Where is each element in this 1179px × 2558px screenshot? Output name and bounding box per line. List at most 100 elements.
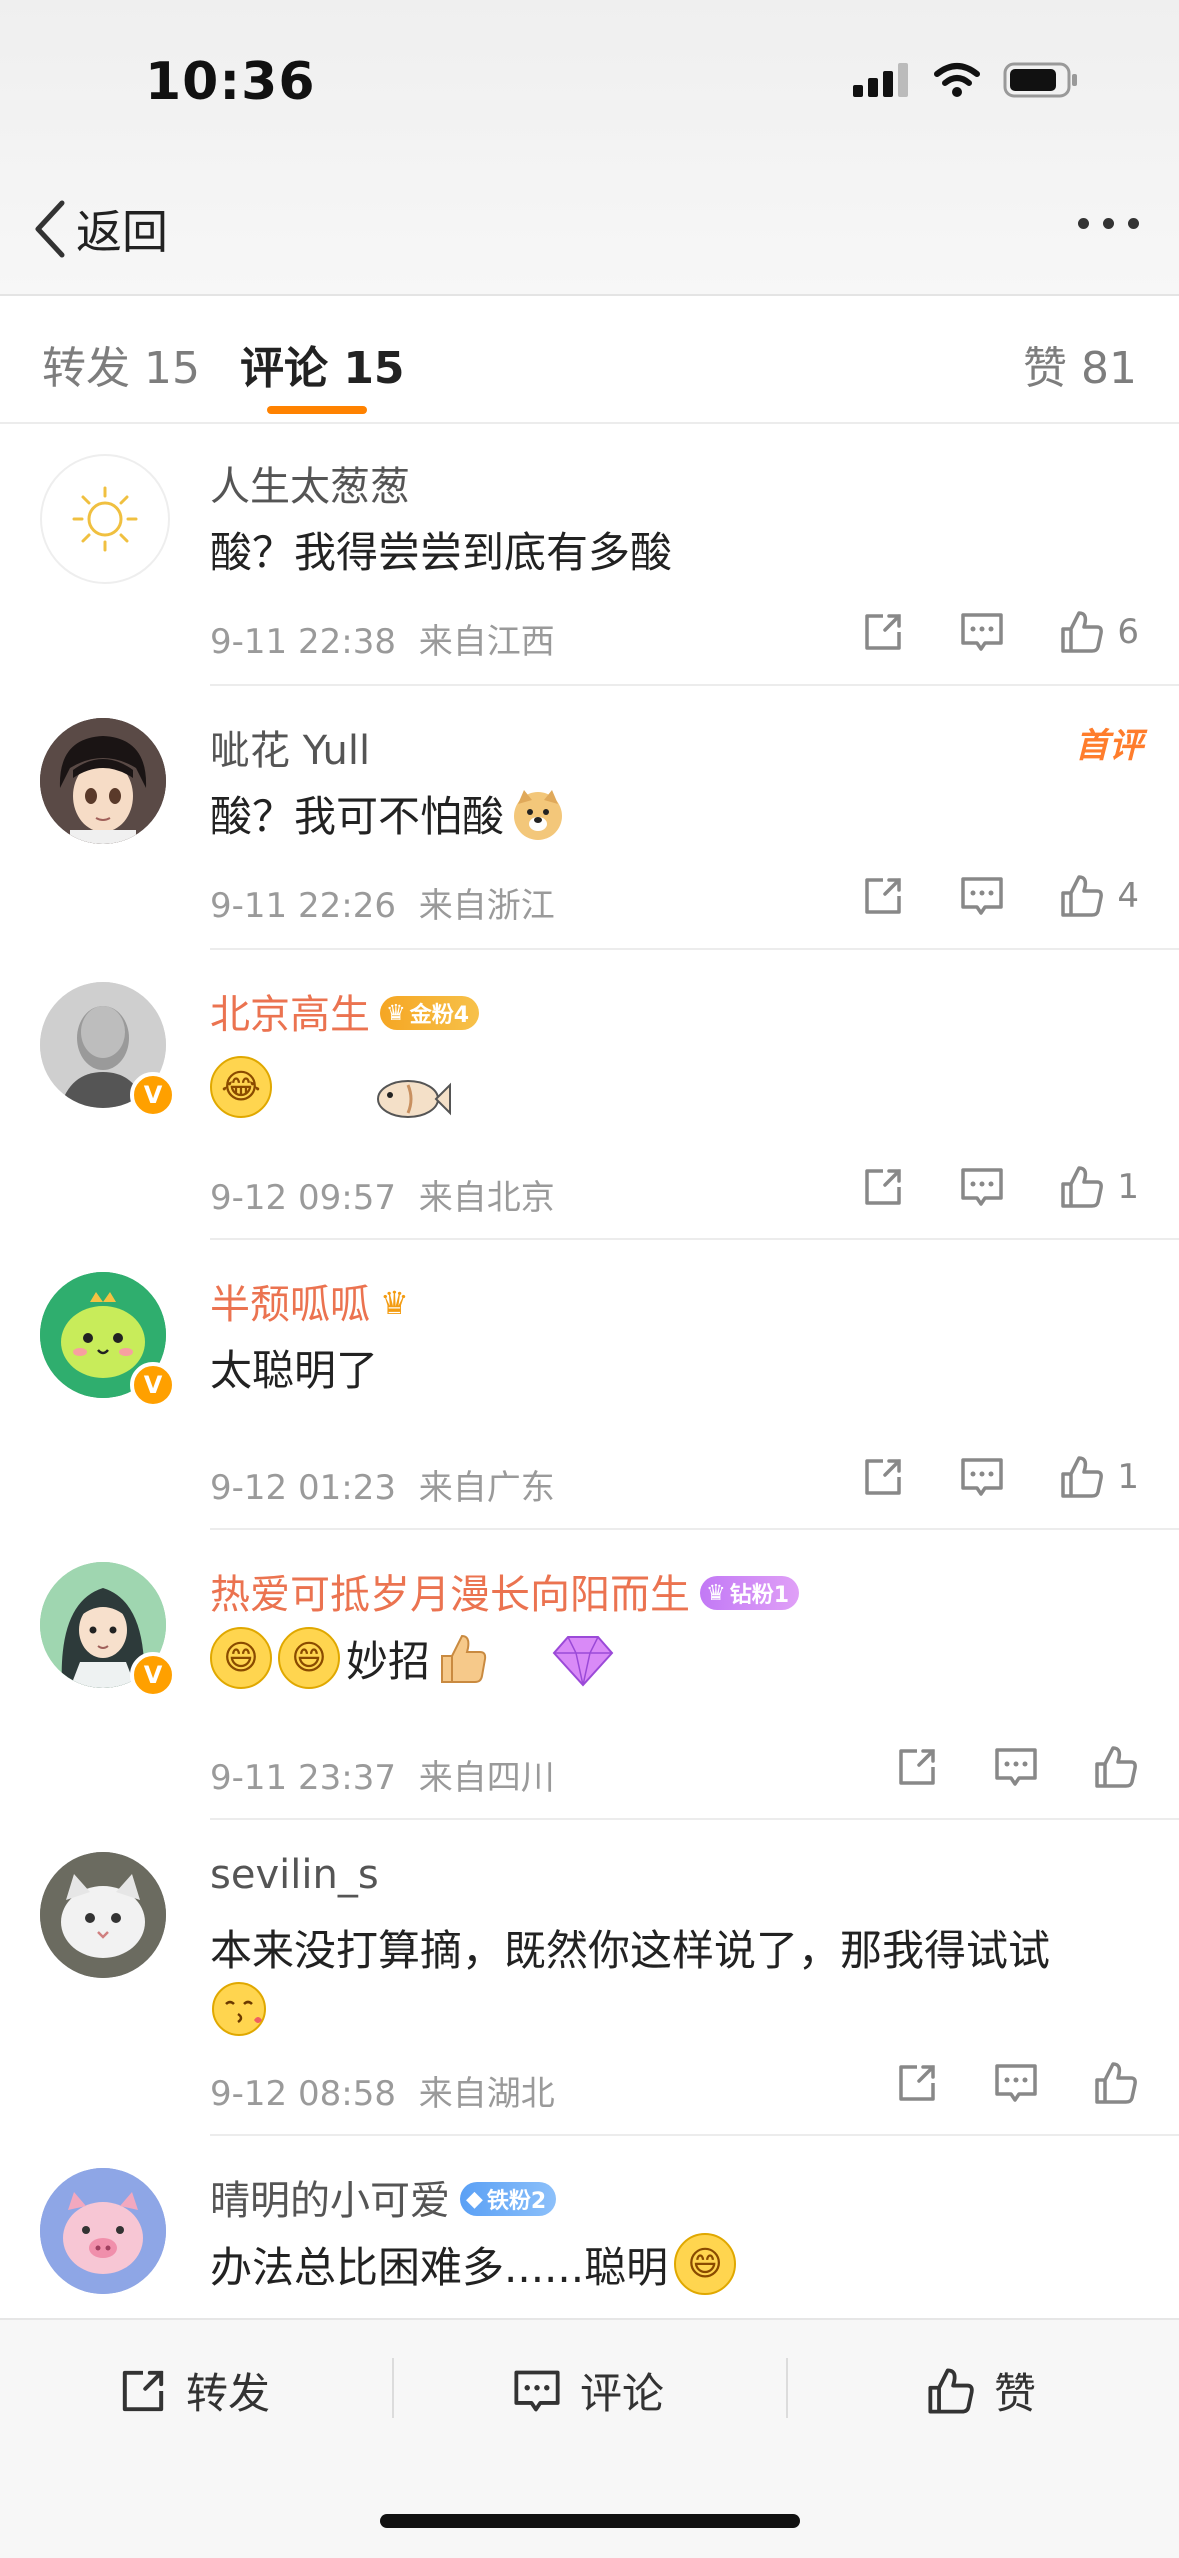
comment-text-content: 酸？我可不怕酸 [210,792,505,841]
thumbs-up-icon [1061,1166,1104,1208]
username[interactable]: 呲花 Yull [210,718,370,776]
divider [210,948,1179,950]
comment-actions: 1 [861,1454,1139,1500]
username[interactable]: 半颓呱呱 [210,1282,370,1328]
share-icon [865,1459,902,1495]
back-button[interactable]: 返回 [32,196,168,262]
crown-icon: ♛ [386,1000,406,1026]
fan-badge: ♛ 钻粉1 [700,1576,800,1610]
comment-meta: 9-11 22:26 来自浙江 [210,878,555,927]
chevron-left-icon [35,200,65,258]
reply-button[interactable] [959,1455,1005,1499]
like-button[interactable]: 1 [1059,1164,1139,1210]
comment-icon [995,1748,1037,1786]
username[interactable]: sevilin_s [210,1852,379,1898]
dot-icon [1103,218,1114,229]
username-row: 热爱可抵岁月漫长向阳而生 ♛ 钻粉1 [210,1562,800,1620]
comment-item: V 热爱可抵岁月漫长向阳而生 ♛ 钻粉1 😄 😄 妙招 9-11 23:37 来自四… [0,1532,1179,1820]
comment-actions [895,1744,1139,1790]
share-icon [865,878,902,914]
username[interactable]: 北京高生 [210,992,370,1038]
separator [392,2358,394,2418]
comment-item: 人生太葱葱 酸？我得尝尝到底有多酸 9-11 22:38 来自江西 6 [0,424,1179,686]
bottom-repost-label: 转发 [186,2369,271,2418]
avatar[interactable] [40,2168,166,2294]
bottom-like-button[interactable]: 赞 [926,2360,1036,2421]
wifi-icon [934,63,980,97]
comment-item: 晴明的小可爱 ◆ 铁粉2 办法总比困难多......聪明 😄 [0,2138,1179,2318]
username[interactable]: 热爱可抵岁月漫长向阳而生 [210,1572,690,1618]
reply-button[interactable] [959,610,1005,654]
avatar[interactable] [40,454,170,584]
comment-text: 办法总比困难多......聪明 😄 [210,2233,737,2295]
comment-text-content: 办法总比困难多......聪明 [210,2242,669,2292]
repost-button[interactable] [861,610,905,654]
bottom-comment-button[interactable]: 评论 [512,2360,664,2421]
share-icon [899,2065,935,2101]
divider [210,684,1179,686]
like-count: 1 [1117,1457,1139,1497]
comment-icon [961,613,1004,651]
comment-location: 来自江西 [418,622,555,662]
thumbs-up-icon [1095,2062,1137,2104]
comment-text: 酸？我得尝尝到底有多酸 [210,528,673,577]
tab-comments[interactable]: 评论 15 [240,332,405,396]
comment-time: 9-12 09:57 [210,1178,396,1218]
reply-button[interactable] [993,1745,1039,1789]
kiss-emoji-icon [212,1982,266,2036]
repost-button[interactable] [895,2061,939,2105]
bottom-repost-button[interactable]: 转发 [118,2360,270,2421]
fan-badge-label: 铁粉2 [486,2189,547,2214]
like-button[interactable]: 6 [1059,609,1139,655]
anime-boy-avatar-icon [40,718,166,844]
verified-badge: V [130,1362,176,1408]
back-label: 返回 [76,205,168,259]
avatar[interactable] [40,1852,166,1978]
username-row: 晴明的小可爱 ◆ 铁粉2 [210,2168,557,2226]
comment-location: 来自四川 [418,1758,555,1798]
comment-meta: 9-11 23:37 来自四川 [210,1750,555,1799]
like-button[interactable] [1093,2060,1139,2106]
like-count: 1 [1117,1167,1139,1207]
username[interactable]: 人生太葱葱 [210,454,410,512]
tab-likes[interactable]: 赞 81 [1023,332,1137,396]
like-button[interactable] [1093,1744,1139,1790]
reply-button[interactable] [959,1165,1005,1209]
like-button[interactable]: 4 [1059,873,1139,919]
comment-text: 酸？我可不怕酸 [210,783,566,844]
thumbs-up-icon [1061,1456,1104,1498]
repost-button[interactable] [861,1165,905,1209]
repost-button[interactable] [861,1455,905,1499]
comment-text: 😄 😄 妙招 [210,1627,618,1689]
fan-badge: ♛ 金粉4 [380,996,480,1030]
verified-badge: V [130,1652,176,1698]
battery-icon [1003,62,1077,98]
cat-photo-avatar-icon [40,1852,166,1978]
tab-repost[interactable]: 转发 15 [42,332,200,396]
comment-text-emoji-line [210,1980,268,2038]
signal-icon [853,63,908,97]
comment-text: 本来没打算摘，既然你这样说了，那我得试试 [210,1926,1051,1975]
more-options-button[interactable] [1078,218,1139,229]
comment-icon [514,2370,560,2411]
comment-text: 太聪明了 [210,1346,379,1395]
comment-meta: 9-11 22:38 来自江西 [210,614,555,663]
diamond-sticker-icon [552,1636,614,1687]
reply-button[interactable] [993,2061,1039,2105]
username-row: 北京高生 ♛ 金粉4 [210,982,480,1040]
comment-item: V 半颓呱呱 ♛ 太聪明了 9-12 01:23 来自广东 1 [0,1242,1179,1530]
like-button[interactable]: 1 [1059,1454,1139,1500]
reply-button[interactable] [959,874,1005,918]
comment-meta: 9-12 08:58 来自湖北 [210,2066,555,2115]
comment-meta: 9-12 09:57 来自北京 [210,1170,555,1219]
diamond-icon: ◆ [466,2186,483,2212]
comment-location: 来自浙江 [418,886,555,926]
avatar[interactable] [40,718,166,844]
comment-text: 😂 [210,1047,452,1127]
like-count: 6 [1117,612,1139,652]
username[interactable]: 晴明的小可爱 [210,2178,450,2224]
repost-button[interactable] [895,1745,939,1789]
repost-button[interactable] [861,874,905,918]
doge-emoji-icon [514,789,563,840]
share-icon [865,614,902,650]
